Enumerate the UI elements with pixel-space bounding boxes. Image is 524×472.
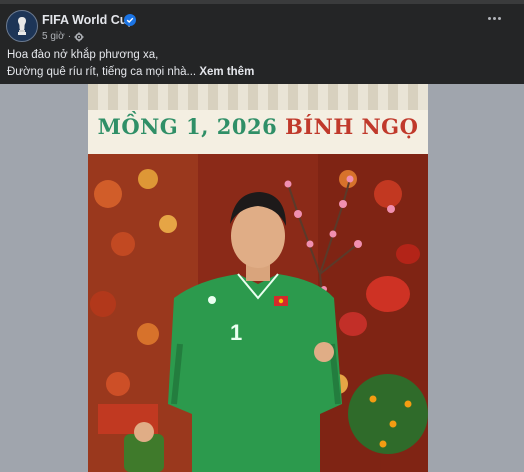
see-more-link[interactable]: Xem thêm (199, 66, 254, 78)
post-timestamp[interactable]: 5 giờ (42, 31, 65, 42)
post-meta: 5 giờ · (42, 31, 84, 42)
post-photo[interactable]: MỒNG 1, 2026 BÍNH NGỌ 1 (88, 84, 428, 472)
page-avatar[interactable] (6, 10, 38, 42)
photo-banner: MỒNG 1, 2026 BÍNH NGỌ (88, 114, 428, 139)
banner-year-name: BÍNH NGỌ (285, 114, 419, 139)
audience-settings-icon[interactable] (74, 32, 84, 42)
post-caption: Hoa đào nở khắp phương xa, Đường quê ríu… (7, 47, 254, 81)
jersey-number: 1 (230, 320, 243, 345)
page-name[interactable]: FIFA World Cup (42, 13, 135, 27)
caption-line-1: Hoa đào nở khắp phương xa, (7, 49, 159, 61)
post-header: FIFA World Cup 5 giờ · (0, 4, 524, 46)
caption-line-2: Đường quê ríu rít, tiếng ca mọi nhà... X… (7, 64, 254, 81)
meta-separator: · (67, 31, 72, 42)
fifa-trophy-icon (18, 17, 26, 35)
more-options-icon[interactable] (488, 14, 504, 22)
verified-badge-icon (124, 14, 136, 26)
caption-line-2-text: Đường quê ríu rít, tiếng ca mọi nhà... (7, 66, 197, 78)
photo-illustration (88, 84, 428, 472)
banner-date: MỒNG 1, 2026 (97, 114, 278, 139)
